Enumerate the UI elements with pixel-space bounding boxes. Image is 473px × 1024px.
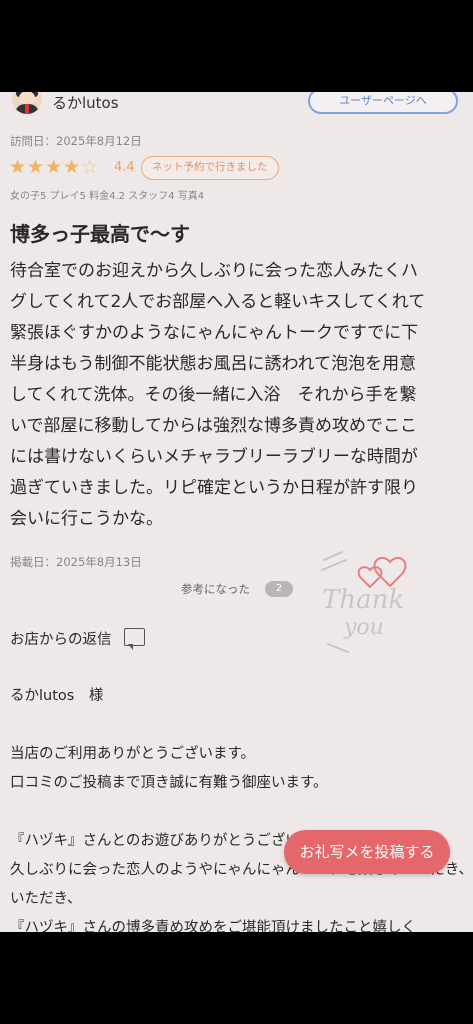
post-thanks-photo-button[interactable]: お礼写メを投稿する xyxy=(284,830,450,874)
reviewer-name[interactable]: るかlutos xyxy=(52,92,119,113)
thanks-word-2: you xyxy=(343,615,384,640)
reply-line: 『ハヅキ』さんの博多責め攻めをご堪能頂けましたこと嬉しく xyxy=(10,920,416,932)
empty-star: ☆ xyxy=(81,156,100,178)
thanks-word-1: Thank xyxy=(322,585,404,615)
reply-line: 口コミのご投稿まで頂き誠に有難う御座います。 xyxy=(10,775,328,791)
rating-value: 4.4 xyxy=(114,160,135,175)
filled-stars: ★★★★ xyxy=(9,156,82,178)
reservation-badge: ネット予約で行きました xyxy=(141,156,279,180)
reply-line xyxy=(10,711,465,740)
review-screen: るかlutos ユーザーページへ 訪問日：2025年8月12日 ★★★★☆ 4.… xyxy=(0,92,473,932)
visit-date: 訪問日：2025年8月12日 xyxy=(10,134,142,148)
reply-line: いただき、 xyxy=(10,891,82,907)
review-line: 過ぎていきました。リピ確定というか日程が許す限り xyxy=(10,478,418,498)
review-title: 博多っ子最高で〜す xyxy=(10,222,190,246)
review-line: いで部屋に移動してからは強烈な博多責め攻めでここ xyxy=(10,416,417,436)
review-line: 緊張ほぐすかのようなにゃんにゃんトークですでに下 xyxy=(10,323,419,343)
review-line: 会いに行こうかな。 xyxy=(10,509,163,529)
star-rating: ★★★★☆ xyxy=(9,156,99,178)
review-line: 半身はもう制御不能状態お風呂に誘われて泡泡を用意 xyxy=(10,354,417,374)
review-line: グしてくれて2人でお部屋へ入ると軽いキスしてくれて xyxy=(10,292,426,312)
sub-scores: 女の子5 プレイ5 料金4.2 スタッフ4 写真4 xyxy=(10,191,205,202)
shop-reply-label: お店からの返信 xyxy=(10,632,112,648)
thank-you-stamp: Thank you xyxy=(321,551,407,653)
comment-icon xyxy=(124,628,145,650)
reply-line: るかlutos 様 xyxy=(10,688,104,704)
user-page-button[interactable]: ユーザーページへ xyxy=(308,92,458,114)
review-line: には書けないくらいメチャラブリーラブリーな時間が xyxy=(10,447,418,467)
reply-line: 当店のご利用ありがとうございます。 xyxy=(10,746,256,762)
review-line: 待合室でのお迎えから久しぶりに会った恋人みたくハ xyxy=(10,261,418,281)
user-avatar[interactable] xyxy=(12,92,42,114)
helpful-button[interactable]: 参考になった xyxy=(181,581,250,597)
reply-line xyxy=(10,798,465,827)
review-body: 待合室でのお迎えから久しぶりに会った恋人みたくハ グしてくれて2人でお部屋へ入る… xyxy=(10,256,465,535)
posted-date: 掲載日：2025年8月13日 xyxy=(10,555,142,569)
shop-reply-body: るかlutos 様 当店のご利用ありがとうございます。 口コミのご投稿まで頂き誠… xyxy=(10,682,473,932)
helpful-count-badge: 2 xyxy=(265,581,293,597)
review-line: してくれて洗体。その後一緒に入浴 それから手を繋 xyxy=(10,385,417,405)
